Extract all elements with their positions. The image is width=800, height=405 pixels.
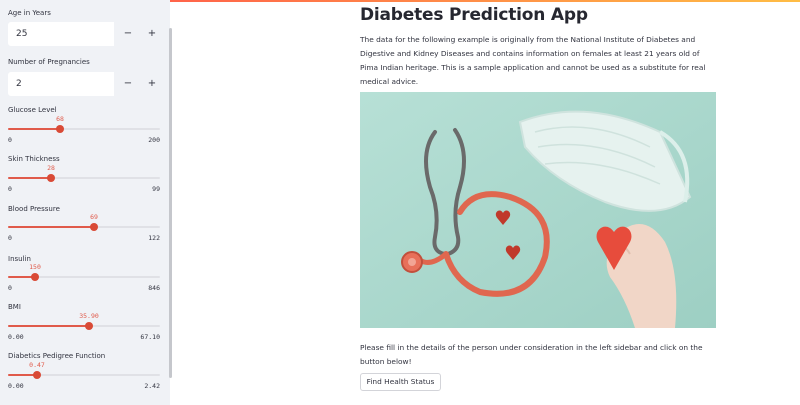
- sidebar-scrollbar[interactable]: [169, 28, 172, 378]
- slider-fill: [8, 325, 89, 327]
- bmi-label: BMI: [8, 303, 21, 311]
- slider-max: 200: [148, 136, 160, 144]
- pedigree-label: Diabetics Pedigree Function: [8, 352, 106, 360]
- pregnancies-label: Number of Pregnancies: [8, 58, 90, 66]
- pedigree-slider[interactable]: 0.47 0.00 2.42: [8, 360, 160, 394]
- age-decrement-button[interactable]: −: [116, 22, 140, 46]
- find-health-status-button[interactable]: Find Health Status: [360, 373, 441, 391]
- age-increment-button[interactable]: +: [140, 22, 164, 46]
- slider-max: 99: [152, 185, 160, 193]
- page-title: Diabetes Prediction App: [360, 5, 588, 25]
- slider-handle[interactable]: [56, 125, 64, 133]
- slider-handle[interactable]: [90, 223, 98, 231]
- pregnancies-decrement-button[interactable]: −: [116, 72, 140, 96]
- slider-max: 846: [148, 284, 160, 292]
- skin-thickness-label: Skin Thickness: [8, 155, 60, 163]
- glucose-label: Glucose Level: [8, 106, 57, 114]
- slider-max: 67.10: [140, 333, 160, 341]
- slider-value: 69: [90, 213, 98, 221]
- slider-min: 0: [8, 284, 12, 292]
- blood-pressure-slider[interactable]: 69 0 122: [8, 212, 160, 246]
- slider-value: 35.90: [79, 312, 99, 320]
- slider-handle[interactable]: [31, 273, 39, 281]
- insulin-slider[interactable]: 150 0 846: [8, 262, 160, 296]
- slider-fill: [8, 177, 51, 179]
- slider-min: 0.00: [8, 382, 24, 390]
- age-label: Age in Years: [8, 9, 51, 17]
- slider-value: 0.47: [29, 361, 45, 369]
- pregnancies-number-input: 2 − +: [8, 72, 164, 96]
- slider-handle[interactable]: [85, 322, 93, 330]
- skin-thickness-slider[interactable]: 28 0 99: [8, 163, 160, 197]
- slider-handle[interactable]: [47, 174, 55, 182]
- slider-min: 0.00: [8, 333, 24, 341]
- slider-min: 0: [8, 234, 12, 242]
- pregnancies-increment-button[interactable]: +: [140, 72, 164, 96]
- slider-handle[interactable]: [33, 371, 41, 379]
- instructions-text: Please fill in the details of the person…: [360, 343, 703, 366]
- slider-max: 2.42: [144, 382, 160, 390]
- age-number-input: 25 − +: [8, 22, 164, 46]
- slider-max: 122: [148, 234, 160, 242]
- slider-fill: [8, 128, 60, 130]
- sidebar: Age in Years 25 − + Number of Pregnancie…: [0, 0, 170, 405]
- slider-value: 150: [29, 263, 41, 271]
- slider-fill: [8, 226, 94, 228]
- pregnancies-input[interactable]: 2: [8, 72, 114, 96]
- header-image: [360, 92, 716, 328]
- glucose-slider[interactable]: 68 0 200: [8, 114, 160, 148]
- app-description: The data for the following example is or…: [360, 35, 706, 86]
- slider-value: 68: [56, 115, 64, 123]
- bmi-slider[interactable]: 35.90 0.00 67.10: [8, 311, 160, 345]
- slider-min: 0: [8, 185, 12, 193]
- age-input[interactable]: 25: [8, 22, 114, 46]
- slider-value: 28: [47, 164, 55, 172]
- slider-min: 0: [8, 136, 12, 144]
